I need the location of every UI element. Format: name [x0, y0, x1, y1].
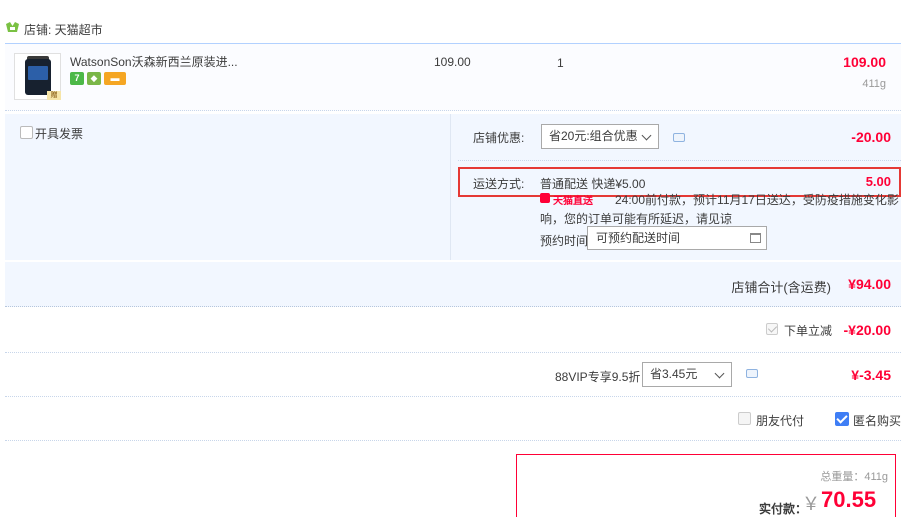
tmall-direct-tag: 天猫直送 [540, 193, 606, 207]
divider [5, 396, 901, 397]
shop-total-label: 店铺合计(含运费) [731, 280, 831, 295]
delivery-fee: 5.00 [865, 174, 891, 189]
message-icon[interactable] [746, 369, 758, 378]
vip-discount-select[interactable]: 省3.45元 [642, 362, 732, 387]
shop-total-row: 店铺合计(含运费) ¥94.00 [5, 262, 901, 307]
instant-discount-checkbox[interactable] [766, 323, 778, 335]
shop-discount-amount: -20.00 [851, 129, 891, 145]
instant-discount-amount: -¥20.00 [843, 322, 891, 338]
friend-pay-label[interactable]: 朋友代付 [756, 412, 804, 429]
divider [5, 352, 901, 353]
tmall-shop-icon [6, 22, 19, 32]
item-subtotal: 109.00 [843, 54, 886, 70]
shop-header: 店铺: 天猫超市 [0, 14, 906, 42]
credit-card-badge[interactable]: ▬ [104, 72, 126, 85]
friend-pay-checkbox[interactable] [738, 412, 751, 425]
invoice-label: 开具发票 [35, 127, 84, 141]
divider [458, 160, 901, 161]
quantity: 1 [557, 56, 564, 70]
seven-day-return-badge[interactable]: 7 [70, 72, 84, 85]
booking-time-input[interactable]: 可预约配送时间 [587, 226, 767, 250]
vip-discount-value: 省3.45元 [650, 367, 698, 381]
message-icon[interactable] [673, 133, 685, 142]
delivery-method[interactable]: 普通配送 快递¥5.00 [540, 175, 645, 192]
tmall-direct-label: 天猫直送 [553, 196, 593, 207]
chevron-down-icon [714, 368, 725, 379]
payment-amount: 70.55 [821, 487, 877, 512]
order-item-row: 赠 WatsonSon沃森新西兰原装进... 7 ◆ ▬ 109.00 1 10… [5, 43, 901, 111]
invoice-checkbox[interactable] [20, 126, 33, 139]
delivery-label: 运送方式: [473, 177, 525, 191]
vip-discount-amount: ¥-3.45 [851, 367, 891, 383]
tmall-direct-icon [540, 193, 550, 203]
gift-badge: 赠 [47, 91, 61, 100]
payment-label: 实付款： [759, 502, 808, 516]
shop-name[interactable]: 店铺: 天猫超市 [24, 21, 103, 38]
anonymous-label[interactable]: 匿名购买 [853, 412, 901, 429]
vip-discount-label: 88VIP专享9.5折 [555, 370, 641, 384]
guarantee-badge[interactable]: ◆ [87, 72, 101, 85]
unit-price: 109.00 [434, 55, 471, 69]
calendar-icon [750, 233, 761, 243]
shop-total-amount: ¥94.00 [848, 276, 891, 292]
instant-discount-label: 下单立减 [784, 324, 833, 338]
product-title[interactable]: WatsonSon沃森新西兰原装进... [70, 53, 238, 70]
shop-discount-value: 省20元:组合优惠 [549, 129, 638, 143]
chevron-down-icon [641, 130, 652, 141]
payment-currency: ￥ [802, 494, 820, 514]
shop-discount-label: 店铺优惠: [473, 131, 525, 145]
divider [5, 440, 901, 441]
shop-discount-select[interactable]: 省20元:组合优惠 [541, 124, 659, 149]
booking-time-label: 预约时间 [540, 234, 589, 248]
product-thumbnail[interactable]: 赠 [14, 53, 61, 100]
delivery-notice-cont: 响，您的订单可能有所延迟，请见谅 [540, 212, 733, 226]
delivery-notice: 24:00前付款，预计11月17日送达，受防疫措施变化影 [615, 193, 899, 207]
panel-divider [450, 114, 451, 260]
item-weight: 411g [862, 78, 886, 90]
anonymous-checkbox[interactable] [835, 412, 849, 426]
booking-time-value: 可预约配送时间 [596, 231, 681, 245]
total-weight: 总重量：411g [820, 471, 888, 483]
